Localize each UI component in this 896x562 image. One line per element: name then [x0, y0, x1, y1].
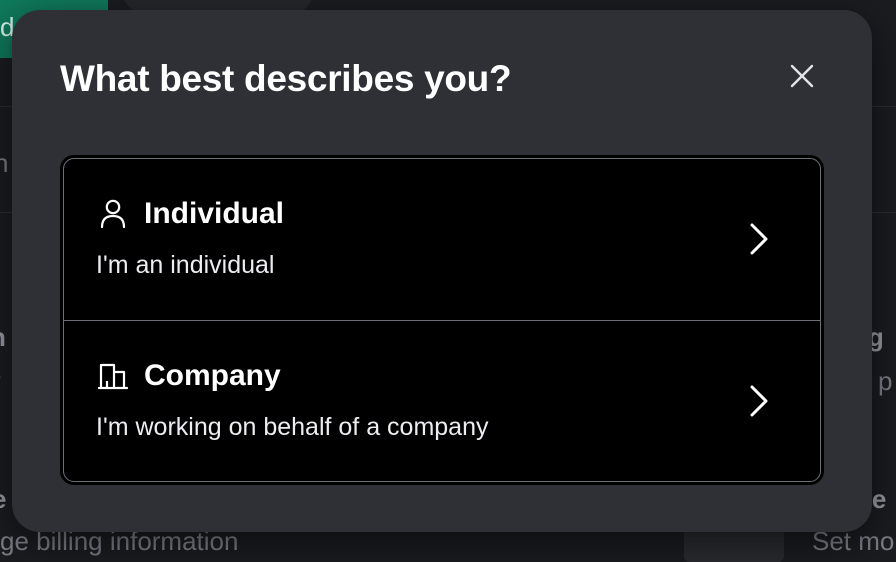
account-type-options: Individual I'm an individual Company I'm…: [60, 155, 824, 485]
person-icon: [96, 197, 130, 231]
close-button[interactable]: [782, 60, 822, 92]
chevron-right-icon: [744, 383, 774, 419]
close-icon[interactable]: [790, 64, 814, 88]
background-heading-fragment: e: [0, 484, 6, 515]
chevron-right-icon: [744, 221, 774, 257]
option-title: Individual: [144, 197, 285, 230]
modal-title: What best describes you?: [60, 58, 512, 99]
background-text-fragment: p: [878, 366, 893, 396]
building-icon: [96, 359, 130, 393]
option-description: I'm an individual: [96, 251, 275, 279]
option-company[interactable]: Company I'm working on behalf of a compa…: [64, 321, 820, 481]
option-description: I'm working on behalf of a company: [96, 413, 489, 441]
option-title: Company: [144, 359, 281, 392]
option-individual[interactable]: Individual I'm an individual: [64, 159, 820, 321]
background-text-fragment: r: [0, 366, 1, 397]
account-type-modal: What best describes you? Individual I'm …: [12, 10, 872, 532]
background-text-fragment: n: [0, 322, 6, 353]
background-text-fragment: h: [0, 148, 9, 178]
